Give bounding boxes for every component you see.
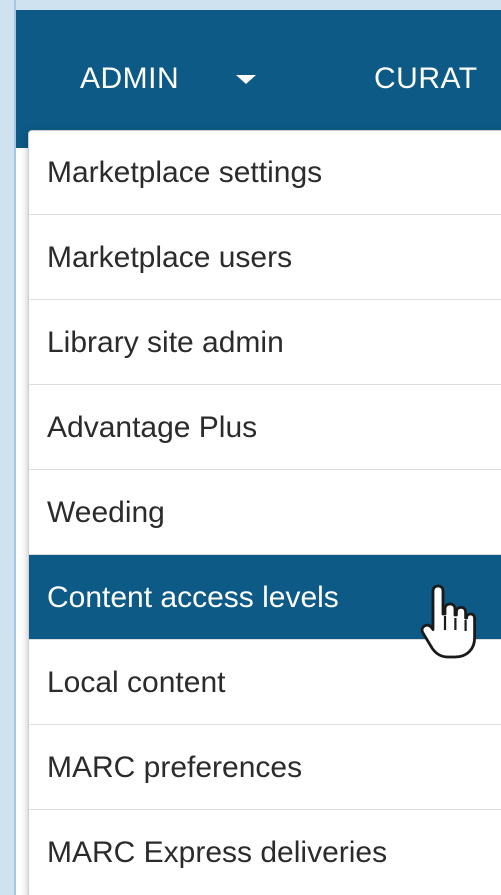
- menu-item-library-site-admin[interactable]: Library site admin: [29, 300, 501, 385]
- menu-item-marketplace-settings[interactable]: Marketplace settings: [29, 131, 501, 215]
- window-top-frame: [0, 0, 501, 10]
- nav-curation-menu[interactable]: CURAT: [374, 62, 478, 96]
- menu-item-weeding[interactable]: Weeding: [29, 470, 501, 555]
- caret-down-icon[interactable]: [236, 75, 256, 84]
- menu-item-marketplace-users[interactable]: Marketplace users: [29, 215, 501, 300]
- admin-dropdown-menu: Marketplace settings Marketplace users L…: [28, 130, 501, 895]
- menu-item-marc-express-deliveries[interactable]: MARC Express deliveries: [29, 810, 501, 895]
- hand-pointer-icon: [420, 584, 476, 659]
- nav-admin-menu[interactable]: ADMIN: [80, 62, 179, 96]
- top-navigation-bar: ADMIN CURAT: [16, 10, 501, 148]
- window-left-frame: [0, 0, 16, 895]
- menu-item-marc-preferences[interactable]: MARC preferences: [29, 725, 501, 810]
- menu-item-advantage-plus[interactable]: Advantage Plus: [29, 385, 501, 470]
